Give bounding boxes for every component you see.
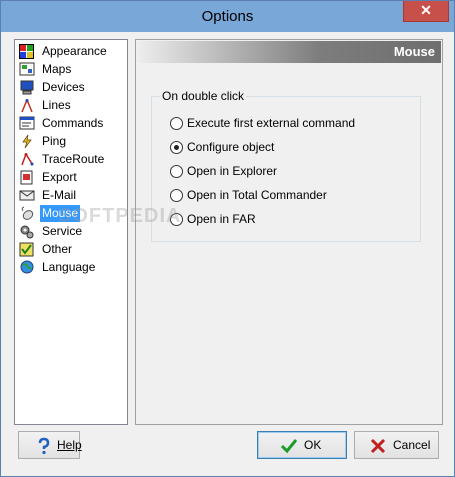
option-execute-first-command[interactable]: Execute first external command bbox=[170, 115, 410, 131]
tree-label: Export bbox=[42, 170, 77, 184]
tree-item-email[interactable]: E-Mail bbox=[19, 187, 124, 204]
tree-item-language[interactable]: Language bbox=[19, 259, 124, 276]
radio-button[interactable] bbox=[170, 165, 183, 178]
radio-button[interactable] bbox=[170, 189, 183, 202]
tree-item-maps[interactable]: Maps bbox=[19, 61, 124, 78]
help-label: Help bbox=[57, 438, 82, 452]
tree-item-ping[interactable]: Ping bbox=[19, 133, 124, 150]
tree-item-appearance[interactable]: Appearance bbox=[19, 43, 124, 60]
tree-label: Maps bbox=[42, 62, 72, 76]
options-window: Options ✕ Appearance Maps Devices Lines … bbox=[0, 0, 455, 477]
cancel-button[interactable]: Cancel bbox=[354, 431, 439, 459]
radio-label: Execute first external command bbox=[187, 116, 356, 130]
panel-header: Mouse bbox=[137, 41, 441, 63]
devices-icon bbox=[20, 80, 34, 95]
tree-label: Ping bbox=[42, 134, 67, 148]
cancel-label: Cancel bbox=[393, 438, 431, 452]
ping-icon bbox=[22, 134, 32, 149]
tree-label: Commands bbox=[42, 116, 104, 130]
radio-label: Open in FAR bbox=[187, 212, 256, 226]
tree-label: TraceRoute bbox=[42, 152, 105, 166]
title-bar[interactable]: Options ✕ bbox=[1, 1, 454, 32]
option-open-in-explorer[interactable]: Open in Explorer bbox=[170, 163, 410, 179]
radio-button[interactable] bbox=[170, 141, 183, 154]
commands-icon bbox=[19, 116, 35, 130]
tree-label: Lines bbox=[42, 98, 71, 112]
ok-button[interactable]: OK bbox=[257, 431, 347, 459]
tree-item-commands[interactable]: Commands bbox=[19, 115, 124, 132]
group-title: On double click bbox=[160, 89, 247, 104]
tree-item-export[interactable]: Export bbox=[19, 169, 124, 186]
settings-panel: Mouse On double click Execute first exte… bbox=[135, 39, 443, 425]
dialog-content: Appearance Maps Devices Lines Commands P… bbox=[8, 33, 447, 469]
email-icon bbox=[19, 190, 35, 201]
tree-label: Appearance bbox=[42, 44, 107, 58]
language-icon bbox=[20, 260, 34, 274]
ok-label: OK bbox=[304, 438, 322, 452]
option-open-in-far[interactable]: Open in FAR bbox=[170, 211, 410, 227]
radio-label: Open in Explorer bbox=[187, 164, 278, 178]
cancel-x-icon bbox=[370, 438, 386, 454]
mouse-icon bbox=[21, 206, 34, 220]
traceroute-icon bbox=[21, 153, 34, 166]
radio-button[interactable] bbox=[170, 117, 183, 130]
lines-icon bbox=[21, 99, 33, 113]
tree-item-other[interactable]: Other bbox=[19, 241, 124, 258]
window-title: Options bbox=[201, 8, 254, 25]
help-button[interactable]: Help bbox=[18, 431, 82, 459]
other-icon bbox=[19, 242, 34, 257]
options-tree: Appearance Maps Devices Lines Commands P… bbox=[14, 39, 128, 425]
help-icon bbox=[38, 437, 50, 455]
tree-label: E-Mail bbox=[42, 188, 77, 202]
tree-label: Other bbox=[42, 242, 73, 256]
option-open-in-total-commander[interactable]: Open in Total Commander bbox=[170, 187, 410, 203]
tree-item-lines[interactable]: Lines bbox=[19, 97, 124, 114]
export-icon bbox=[20, 170, 33, 185]
option-configure-object[interactable]: Configure object bbox=[170, 139, 410, 155]
tree-item-devices[interactable]: Devices bbox=[19, 79, 124, 96]
tree-label: Language bbox=[42, 260, 96, 274]
maps-icon bbox=[19, 62, 35, 76]
watermark: SOFTPEDIA bbox=[58, 205, 182, 227]
double-click-group: On double click Execute first external c… bbox=[151, 89, 421, 242]
service-icon bbox=[20, 225, 34, 239]
tree-item-traceroute[interactable]: TraceRoute bbox=[19, 151, 124, 168]
appearance-icon bbox=[19, 44, 34, 59]
radio-label: Open in Total Commander bbox=[187, 188, 327, 202]
close-button[interactable]: ✕ bbox=[403, 1, 449, 22]
panel-header-title: Mouse bbox=[393, 44, 435, 59]
checkmark-icon bbox=[280, 439, 298, 454]
radio-label: Configure object bbox=[187, 140, 275, 154]
tree-label: Devices bbox=[42, 80, 85, 94]
